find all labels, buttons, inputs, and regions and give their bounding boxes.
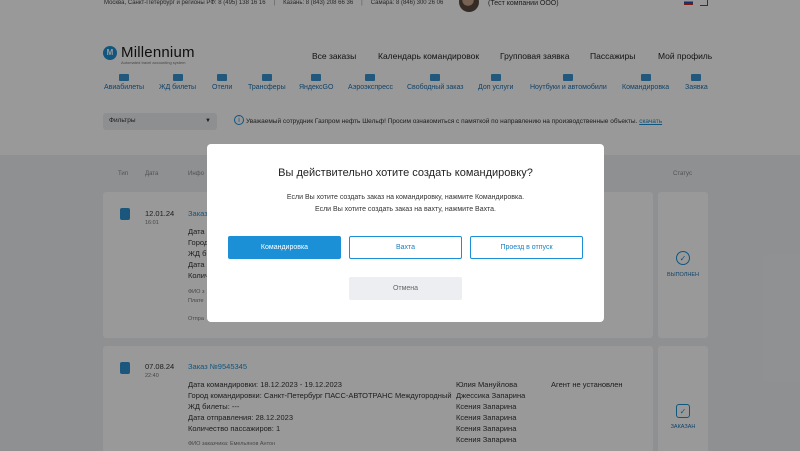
modal-text-line: Если Вы хотите создать заказ на вахту, н… [315,206,496,213]
business-trip-button[interactable]: Командировка [228,236,341,259]
create-trip-modal: Вы действительно хотите создать командир… [207,144,604,322]
vacation-travel-button[interactable]: Проезд в отпуск [470,236,583,259]
modal-title: Вы действительно хотите создать командир… [278,167,533,179]
page: Москва, Санкт-Петербург и регионы РФ: 8 … [0,0,800,451]
modal-text-line: Если Вы хотите создать заказ на командир… [286,194,525,201]
shift-button[interactable]: Вахта [349,236,462,259]
cancel-button[interactable]: Отмена [349,277,462,300]
